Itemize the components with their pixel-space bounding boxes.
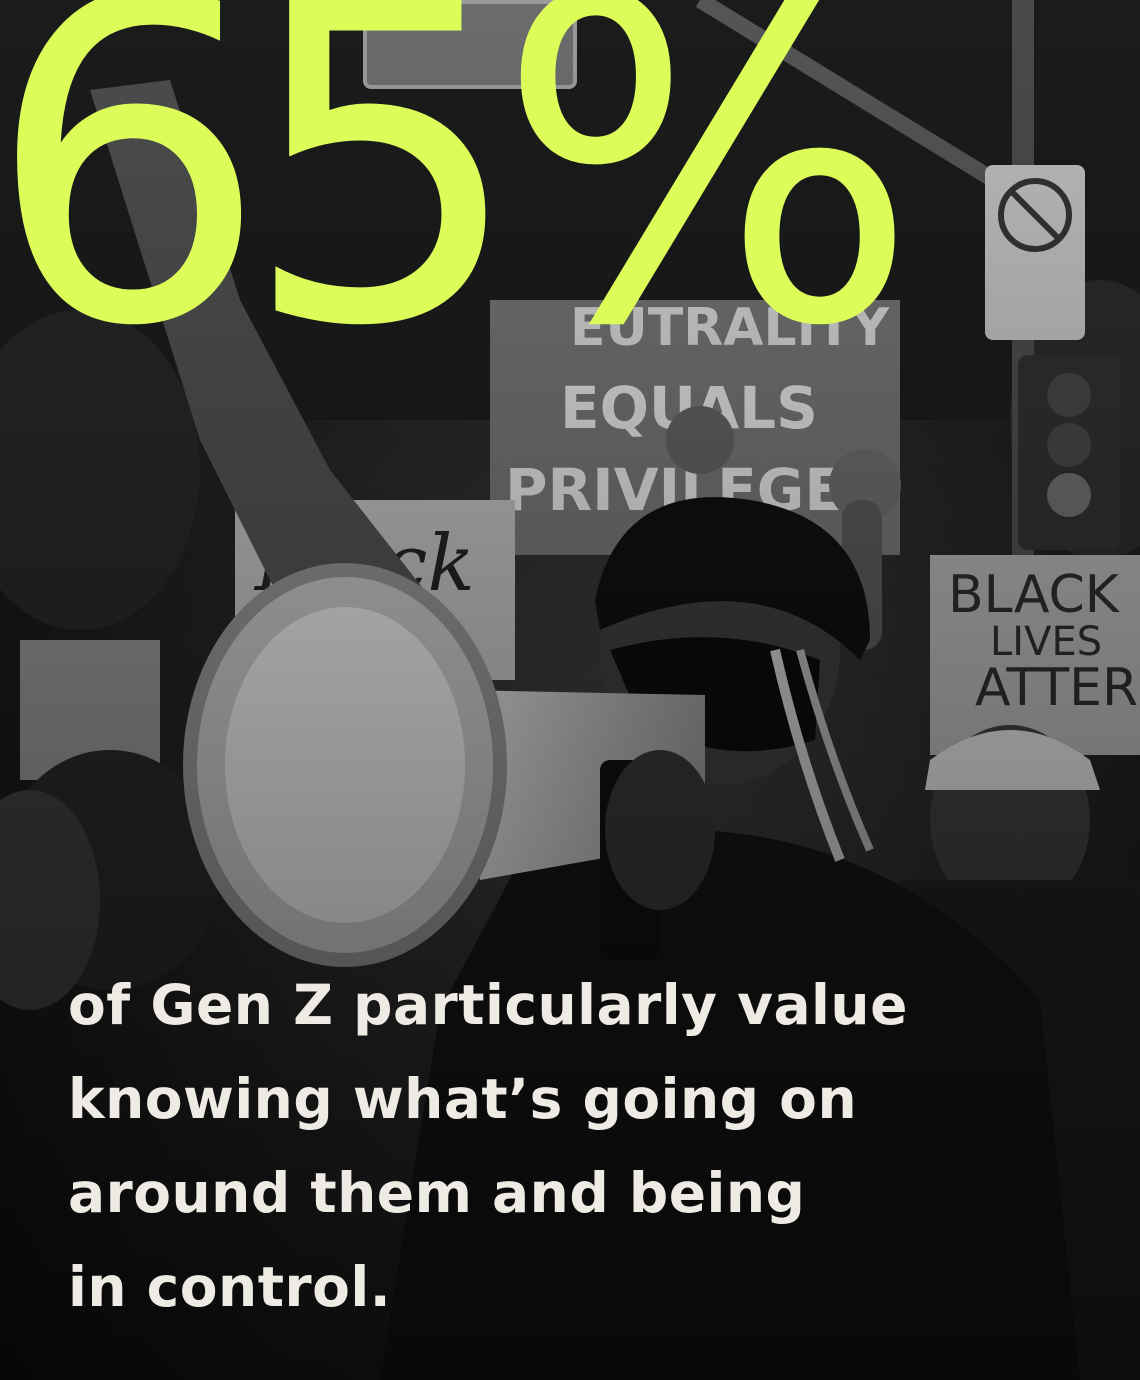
caption-line: knowing what’s going on <box>68 1067 858 1131</box>
stat-value: 65% <box>0 0 919 423</box>
stat-caption: of Gen Z particularly value knowing what… <box>68 958 968 1334</box>
caption-line: in control. <box>68 1255 392 1319</box>
stat-card: EUTRALITY EQUALS PRIVILEGE Black BLACK L… <box>0 0 1140 1380</box>
caption-line: of Gen Z particularly value <box>68 973 908 1037</box>
caption-line: around them and being <box>68 1161 806 1225</box>
